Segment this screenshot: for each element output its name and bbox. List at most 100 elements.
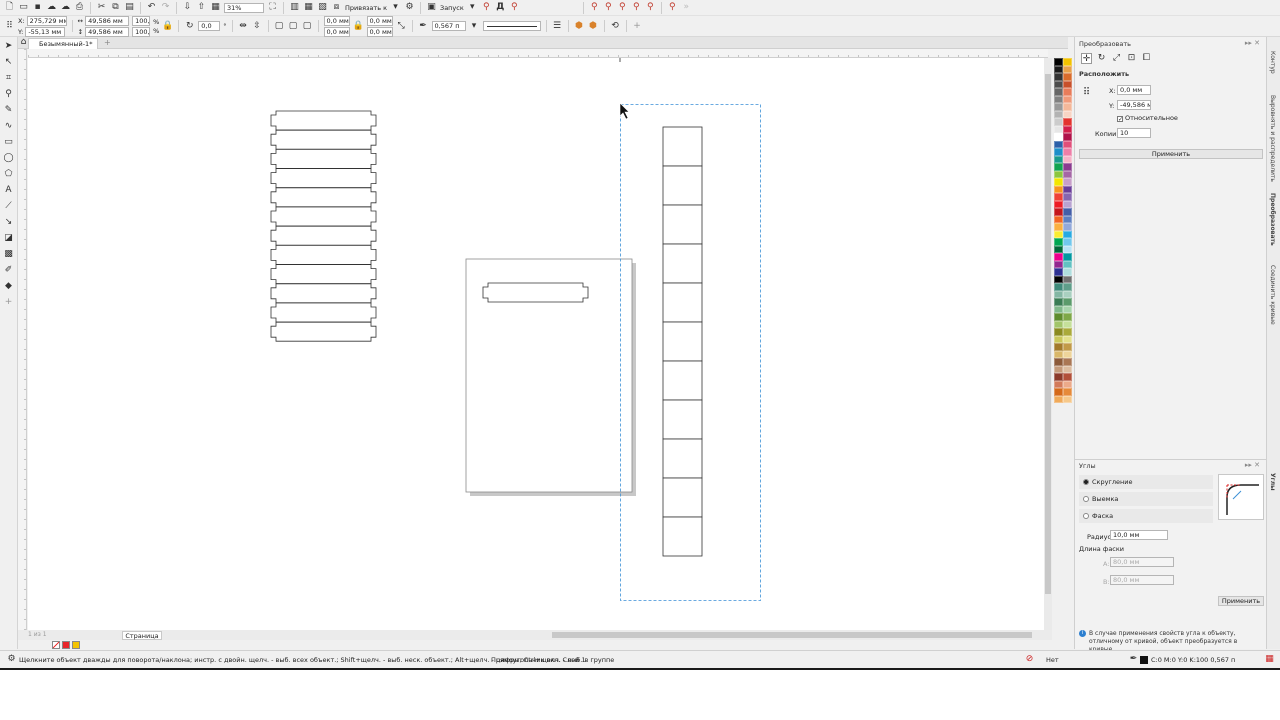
rulers-icon[interactable]: ▥ <box>289 2 300 13</box>
palette-swatch[interactable] <box>1063 290 1072 298</box>
text-tool-icon[interactable]: A <box>3 185 15 197</box>
settings-gear-icon[interactable]: ⚙ <box>6 654 17 665</box>
palette-swatch[interactable] <box>1063 365 1072 373</box>
palette-swatch[interactable] <box>1054 298 1063 306</box>
width-field[interactable]: 49,586 мм <box>85 15 130 26</box>
add-tool-icon[interactable]: + <box>3 297 15 309</box>
palette-swatch[interactable] <box>1054 320 1063 328</box>
rotate-icon[interactable]: ↻ <box>184 21 195 32</box>
interactive-fill-icon[interactable]: ◆ <box>3 281 15 293</box>
palette-swatch[interactable] <box>1063 298 1072 306</box>
to-front-icon[interactable]: ⬢ <box>574 21 585 32</box>
palette-swatch[interactable] <box>1063 313 1072 321</box>
palette-swatch[interactable] <box>1063 178 1072 186</box>
snap-to-dropdown[interactable]: Привязать к <box>345 4 387 12</box>
freehand-tool-icon[interactable]: ✎ <box>3 105 15 117</box>
outline-color-swatch[interactable] <box>1140 656 1148 664</box>
palette-swatch[interactable] <box>1054 283 1063 291</box>
overflow-chevron-icon[interactable]: » <box>681 2 692 13</box>
palette-swatch[interactable] <box>1063 380 1072 388</box>
skew-mode-icon[interactable]: ⧠ <box>1141 53 1152 64</box>
palette-swatch[interactable] <box>1063 95 1072 103</box>
macro-5-icon[interactable]: ⚲ <box>645 2 656 13</box>
no-color-swatch[interactable] <box>52 641 60 649</box>
open-icon[interactable]: ▭ <box>18 2 29 13</box>
tab-shape-original[interactable] <box>482 282 589 303</box>
vertical-scrollbar[interactable] <box>1044 58 1052 630</box>
tab-shape[interactable] <box>270 225 377 246</box>
palette-swatch[interactable] <box>1054 223 1063 231</box>
palette-swatch[interactable] <box>1063 230 1072 238</box>
full-screen-icon[interactable]: ⛶ <box>267 2 278 13</box>
corner-radius-tr-field[interactable]: 0,0 мм <box>366 15 393 26</box>
palette-swatch[interactable] <box>1054 200 1063 208</box>
palette-swatch[interactable] <box>1054 395 1063 403</box>
macro-6-icon[interactable]: ⚲ <box>667 2 678 13</box>
horizontal-scrollbar[interactable] <box>552 632 1032 638</box>
round-corner-icon[interactable]: ▢ <box>274 21 285 32</box>
new-tab-icon[interactable]: + <box>104 38 111 47</box>
wrap-text-icon[interactable]: ☰ <box>552 21 563 32</box>
tab-shape[interactable] <box>270 110 377 131</box>
eyedropper-tool-icon[interactable]: ✐ <box>3 265 15 277</box>
redo-icon[interactable]: ↷ <box>160 2 171 13</box>
palette-swatch[interactable] <box>1054 260 1063 268</box>
square-copy[interactable] <box>662 516 703 557</box>
palette-swatch[interactable] <box>1054 193 1063 201</box>
position-mode-icon[interactable]: ✛ <box>1081 53 1092 64</box>
zoom-tool-icon[interactable]: ⚲ <box>3 89 15 101</box>
square-copy[interactable] <box>662 204 703 245</box>
palette-swatch[interactable] <box>1063 388 1072 396</box>
palette-swatch[interactable] <box>1054 313 1063 321</box>
palette-swatch[interactable] <box>1063 215 1072 223</box>
fill-none-icon[interactable]: ⊘ <box>1024 654 1035 665</box>
tab-shape[interactable] <box>270 283 377 304</box>
palette-swatch[interactable] <box>1063 148 1072 156</box>
ellipse-tool-icon[interactable]: ◯ <box>3 153 15 165</box>
chamfer-b-field[interactable]: 80,0 мм <box>1110 575 1174 585</box>
palette-swatch[interactable] <box>1063 103 1072 111</box>
corner-radius-br-field[interactable]: 0,0 мм <box>366 26 393 37</box>
macro-3-icon[interactable]: ⚲ <box>617 2 628 13</box>
palette-swatch[interactable] <box>1063 185 1072 193</box>
palette-swatch[interactable] <box>1063 118 1072 126</box>
mirror-horizontal-icon[interactable]: ⇹ <box>238 21 249 32</box>
artistic-media-icon[interactable]: ∿ <box>3 121 15 133</box>
rectangle-tool-icon[interactable]: ▭ <box>3 137 15 149</box>
tab-join-curves[interactable]: Соединить кривые <box>1269 265 1276 325</box>
chamfer-option[interactable]: Фаска <box>1079 509 1213 523</box>
macro-1-icon[interactable]: ⚲ <box>589 2 600 13</box>
launch-dropdown[interactable]: Запуск <box>440 4 464 12</box>
palette-swatch[interactable] <box>1054 133 1063 141</box>
palette-swatch[interactable] <box>1054 140 1063 148</box>
scale-width-field[interactable]: 100,0 <box>132 15 151 26</box>
crop-tool-icon[interactable]: ⌗ <box>3 73 15 85</box>
to-back-icon[interactable]: ⬢ <box>588 21 599 32</box>
palette-swatch[interactable] <box>1054 373 1063 381</box>
macro-4-icon[interactable]: ⚲ <box>631 2 642 13</box>
undo-icon[interactable]: ↶ <box>146 2 157 13</box>
palette-swatch[interactable] <box>1063 88 1072 96</box>
palette-swatch[interactable] <box>1054 118 1063 126</box>
palette-swatch[interactable] <box>1063 65 1072 73</box>
pick-tool-icon[interactable]: ➤ <box>3 41 15 53</box>
tab-shape[interactable] <box>270 168 377 188</box>
tab-contour[interactable]: Контур <box>1269 51 1276 74</box>
palette-swatch[interactable] <box>1063 320 1072 328</box>
grid-icon[interactable]: ▦ <box>303 2 314 13</box>
palette-swatch[interactable] <box>1054 358 1063 366</box>
drawing-canvas[interactable] <box>28 58 1044 630</box>
options-gear-icon[interactable]: ⚙ <box>404 2 415 13</box>
publish-pdf-icon[interactable]: ▦ <box>210 2 221 13</box>
square-copy[interactable] <box>662 399 703 440</box>
transform-y-field[interactable]: -49,586 мм <box>1117 100 1151 110</box>
corner-radius-tl-field[interactable]: 0,0 мм <box>323 15 350 26</box>
drop-shadow-tool-icon[interactable]: ◪ <box>3 233 15 245</box>
node-edit-icon[interactable]: ⚲ <box>509 2 520 13</box>
cut-icon[interactable]: ✂ <box>96 2 107 13</box>
palette-swatch[interactable] <box>1054 95 1063 103</box>
rotation-angle-field[interactable]: 0,0 <box>198 21 221 31</box>
palette-swatch[interactable] <box>1054 65 1063 73</box>
reference-point-icon[interactable]: ⠿ <box>4 21 15 32</box>
palette-swatch[interactable] <box>1054 343 1063 351</box>
